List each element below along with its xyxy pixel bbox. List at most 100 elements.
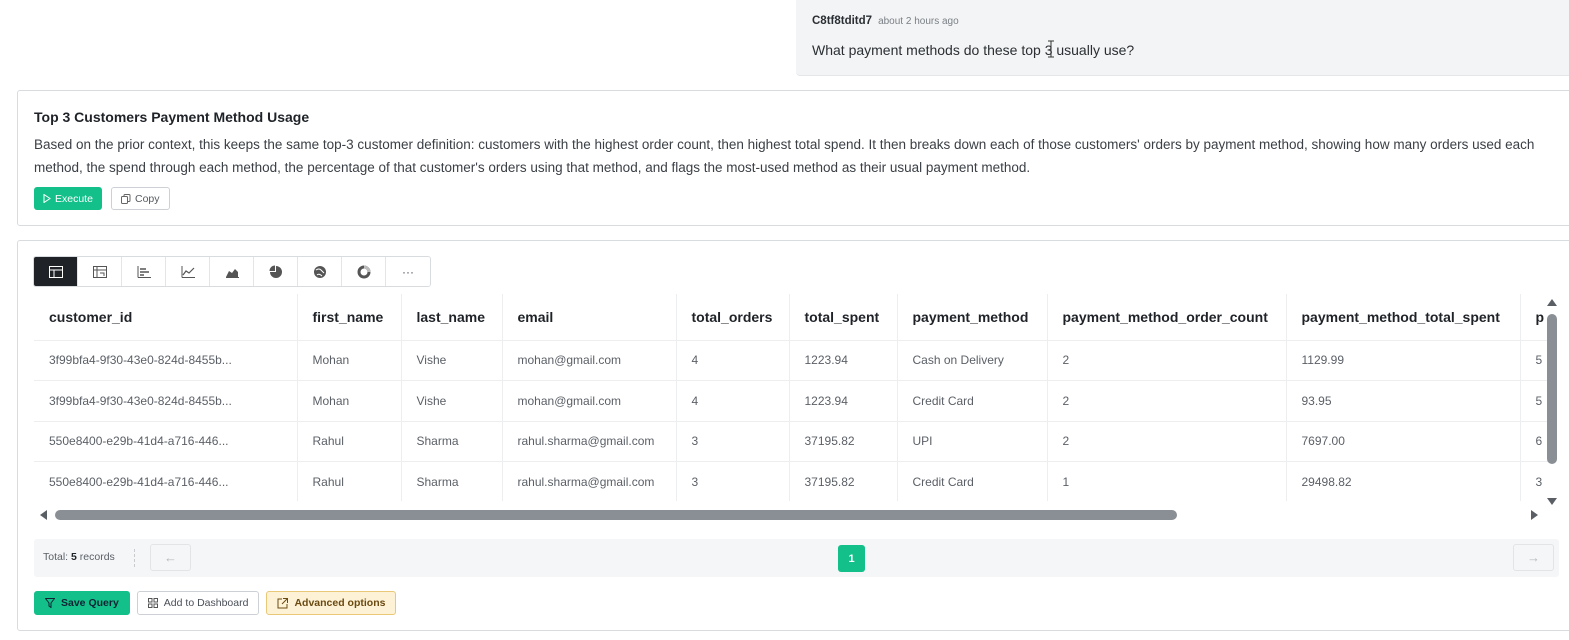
results-panel: ··· customer_id first_name last_name ema…: [17, 240, 1569, 631]
table-icon: [48, 265, 63, 278]
table-cell: 1223.94: [789, 339, 898, 381]
scroll-down-icon[interactable]: [1547, 498, 1557, 505]
table-view-button[interactable]: [34, 257, 78, 286]
horizontal-scroll-thumb[interactable]: [55, 510, 1177, 520]
table-cell: 4: [676, 339, 790, 381]
column-header[interactable]: email: [502, 294, 677, 340]
scroll-up-icon[interactable]: [1547, 299, 1557, 306]
map-icon: [313, 265, 326, 278]
total-suffix: records: [79, 551, 115, 563]
table-cell: Sharma: [401, 420, 503, 462]
table-cell: Cash on Delivery: [897, 339, 1048, 381]
text-cursor-icon: [1048, 40, 1054, 58]
table-row: 3f99bfa4-9f30-43e0-824d-8455b... Mohan V…: [34, 380, 1548, 421]
more-options-button[interactable]: ···: [386, 257, 430, 286]
pie-chart-button[interactable]: [254, 257, 298, 286]
line-chart-button[interactable]: [166, 257, 210, 286]
message-header: C8tf8tditd7 about 2 hours ago: [812, 15, 959, 27]
table-cell: rahul.sharma@gmail.com: [502, 420, 677, 462]
table-cell: 3: [676, 420, 790, 462]
table-cell: 550e8400-e29b-41d4-a716-446...: [34, 420, 298, 462]
copy-label: Copy: [135, 192, 160, 205]
more-icon: ···: [402, 264, 414, 279]
vertical-scroll-thumb[interactable]: [1547, 314, 1557, 464]
advanced-options-button[interactable]: Advanced options: [266, 591, 397, 615]
table-cell: mohan@gmail.com: [502, 380, 677, 421]
previous-page-button[interactable]: ←: [150, 544, 191, 571]
scroll-right-icon[interactable]: [1531, 510, 1538, 520]
next-page-button[interactable]: →: [1513, 544, 1554, 571]
play-icon: [43, 194, 51, 203]
pager-divider: [134, 549, 135, 567]
table-cell: 37195.82: [789, 420, 898, 462]
visualization-toolbar: ···: [33, 256, 431, 287]
funnel-icon: [45, 598, 55, 608]
table-row: 550e8400-e29b-41d4-a716-446... Rahul Sha…: [34, 461, 1548, 501]
donut-chart-button[interactable]: [342, 257, 386, 286]
table-cell: Sharma: [401, 461, 503, 501]
external-link-icon: [277, 597, 289, 608]
table-cell: 93.95: [1286, 380, 1521, 421]
column-header[interactable]: customer_id: [34, 294, 298, 340]
arrow-right-icon: →: [1527, 550, 1540, 565]
results-table: customer_id first_name last_name email t…: [34, 294, 1548, 501]
column-header[interactable]: p: [1520, 294, 1548, 340]
pivot-view-button[interactable]: [78, 257, 122, 286]
query-description: Based on the prior context, this keeps t…: [34, 137, 1535, 175]
table-cell: 5: [1520, 380, 1548, 421]
column-header[interactable]: last_name: [401, 294, 503, 340]
arrow-left-icon: ←: [164, 550, 177, 565]
table-cell: rahul.sharma@gmail.com: [502, 461, 677, 501]
table-cell: Rahul: [297, 461, 402, 501]
save-query-button[interactable]: Save Query: [34, 591, 130, 615]
total-records: Total: 5 records: [43, 551, 115, 563]
scroll-left-icon[interactable]: [40, 510, 47, 520]
table-cell: 3f99bfa4-9f30-43e0-824d-8455b...: [34, 339, 298, 381]
table-cell: 2: [1047, 420, 1287, 462]
column-header[interactable]: payment_method_total_spent: [1286, 294, 1521, 340]
execute-label: Execute: [55, 192, 93, 205]
add-to-dashboard-button[interactable]: Add to Dashboard: [136, 591, 260, 615]
table-cell: 3: [1520, 461, 1548, 501]
table-cell: 4: [676, 380, 790, 421]
execute-button[interactable]: Execute: [34, 187, 102, 210]
table-cell: Mohan: [297, 380, 402, 421]
line-chart-icon: [181, 265, 195, 278]
horizontal-scrollbar[interactable]: [34, 509, 1544, 521]
total-count: 5: [71, 551, 77, 563]
chat-message: C8tf8tditd7 about 2 hours ago What payme…: [796, 0, 1569, 76]
table-cell: Vishe: [401, 380, 503, 421]
table-cell: 6: [1520, 420, 1548, 462]
table-cell: 1129.99: [1286, 339, 1521, 381]
page-number-button[interactable]: 1: [838, 545, 865, 572]
pie-chart-icon: [269, 265, 282, 278]
table-cell: Credit Card: [897, 380, 1048, 421]
table-cell: 550e8400-e29b-41d4-a716-446...: [34, 461, 298, 501]
table-row: 3f99bfa4-9f30-43e0-824d-8455b... Mohan V…: [34, 339, 1548, 381]
donut-chart-icon: [357, 265, 370, 278]
vertical-scrollbar[interactable]: [1546, 296, 1558, 506]
advanced-options-label: Advanced options: [294, 597, 386, 609]
results-table-container[interactable]: customer_id first_name last_name email t…: [34, 294, 1548, 501]
column-header[interactable]: first_name: [297, 294, 402, 340]
table-cell: 2: [1047, 339, 1287, 381]
table-cell: 1: [1047, 461, 1287, 501]
column-header[interactable]: total_spent: [789, 294, 898, 340]
copy-icon: [121, 193, 131, 204]
table-cell: 1223.94: [789, 380, 898, 421]
area-chart-button[interactable]: [210, 257, 254, 286]
table-cell: Mohan: [297, 339, 402, 381]
pivot-icon: [92, 265, 107, 278]
table-cell: 7697.00: [1286, 420, 1521, 462]
total-prefix: Total:: [43, 551, 69, 563]
table-cell: mohan@gmail.com: [502, 339, 677, 381]
column-header[interactable]: payment_method: [897, 294, 1048, 340]
column-header[interactable]: payment_method_order_count: [1047, 294, 1287, 340]
copy-button[interactable]: Copy: [111, 187, 170, 210]
table-cell: 29498.82: [1286, 461, 1521, 501]
message-timestamp: about 2 hours ago: [878, 16, 959, 27]
map-button[interactable]: [298, 257, 342, 286]
bar-chart-button[interactable]: [122, 257, 166, 286]
table-cell: Vishe: [401, 339, 503, 381]
column-header[interactable]: total_orders: [676, 294, 790, 340]
